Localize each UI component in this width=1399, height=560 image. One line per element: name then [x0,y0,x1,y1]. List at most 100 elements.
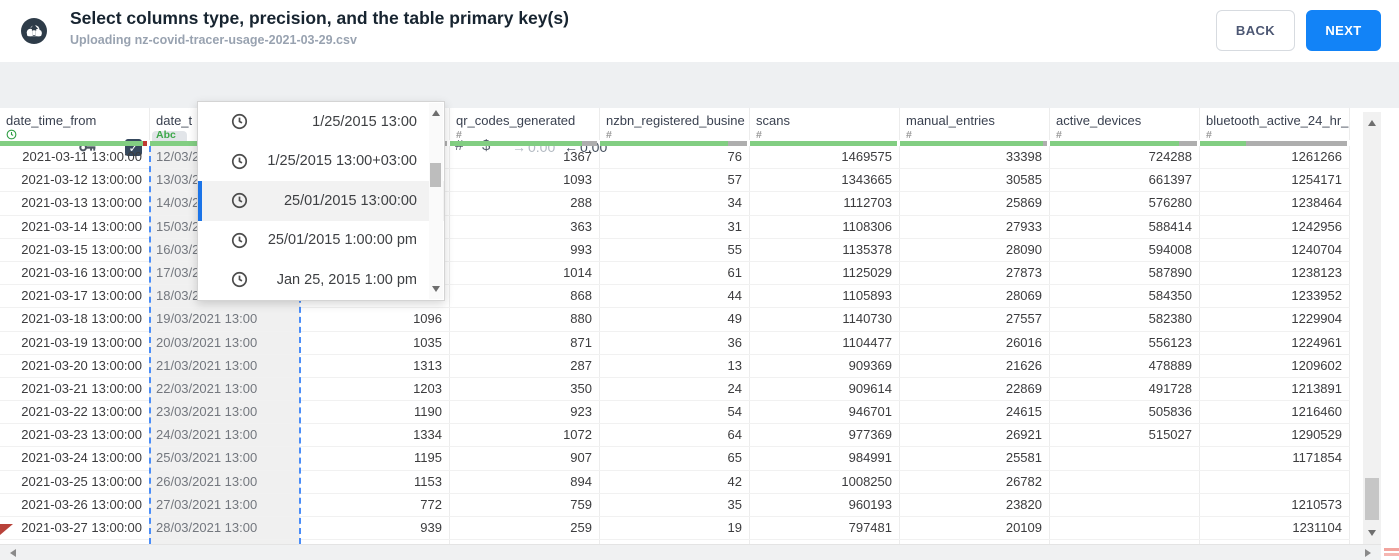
vertical-scrollbar-thumb[interactable] [1365,478,1379,520]
table-cell: 1290529 [1200,424,1350,447]
table-cell: 1210573 [1200,493,1350,516]
table-cell: 582380 [1050,308,1200,331]
table-cell: 868 [450,285,600,308]
vertical-scrollbar[interactable] [1363,112,1381,544]
table-cell: 28069 [900,285,1050,308]
back-button[interactable]: BACK [1216,10,1295,51]
scroll-left-icon[interactable] [10,549,16,557]
table-cell: 1334 [300,424,450,447]
table-cell: 1313 [300,354,450,377]
table-cell: 2021-03-17 13:00:00 [0,285,150,308]
format-option[interactable]: 25/01/2015 1:00:00 pm [198,221,444,261]
table-cell: 27/03/2021 13:00 [150,493,300,516]
column-name: bluetooth_active_24_hr_ [1206,113,1349,128]
menu-scrollbar[interactable] [429,103,443,299]
table-cell [1050,470,1200,493]
table-cell: 26/03/2021 13:00 [150,470,300,493]
table-cell: 65 [600,447,750,470]
table-cell: 772 [300,493,450,516]
table-cell: 1104477 [750,331,900,354]
column-header[interactable]: scans # [750,108,900,140]
table-cell: 1343665 [750,169,900,192]
table-row: 2021-03-24 13:00:00 25/03/2021 13:00 1195 9… [0,447,1350,471]
table-cell: 1072 [450,424,600,447]
table-cell: 26921 [900,424,1050,447]
table-cell: 28/03/2021 13:00 [150,517,300,540]
selected-option-indicator [198,181,202,221]
menu-scrollbar-thumb[interactable] [430,163,441,187]
row-error-marker [0,524,13,535]
horizontal-scrollbar[interactable] [0,544,1381,560]
datetime-format-menu: 1/25/2015 13:00 1/25/2015 13:00+03:00 25/0… [197,101,445,301]
format-option[interactable]: Jan 25, 2015 1:00 pm [198,260,444,300]
table-cell: 984991 [750,447,900,470]
format-option-label: 1/25/2015 13:00 [312,113,417,130]
table-cell: 1171854 [1200,447,1350,470]
column-header[interactable]: active_devices # [1050,108,1200,140]
column-header[interactable]: nzbn_registered_busine # [600,108,750,140]
table-cell: 288 [450,192,600,215]
format-option-list: 1/25/2015 13:00 1/25/2015 13:00+03:00 25/0… [198,102,444,300]
table-cell: 27557 [900,308,1050,331]
number-type-label: # [456,129,462,140]
table-row: 2021-03-21 13:00:00 22/03/2021 13:00 1203 3… [0,377,1350,402]
datetime-type-icon [6,129,149,140]
table-cell [1200,470,1350,493]
table-cell: 1112703 [750,192,900,215]
scroll-down-icon[interactable] [1368,530,1376,536]
table-cell: 960193 [750,493,900,516]
table-cell: 1008250 [750,470,900,493]
table-row: 2021-03-19 13:00:00 20/03/2021 13:00 1035 8… [0,331,1350,355]
format-option-label: 1/25/2015 13:00+03:00 [267,153,417,170]
column-header[interactable]: bluetooth_active_24_hr_ # [1200,108,1350,140]
clock-icon [231,113,248,130]
table-cell: 2021-03-20 13:00:00 [0,354,150,377]
column-name: scans [756,113,790,128]
table-cell: 54 [600,401,750,424]
table-cell: 1096 [300,308,450,331]
table-cell: 1108306 [750,215,900,238]
table-cell: 19/03/2021 13:00 [150,308,300,331]
format-option[interactable]: 1/25/2015 13:00+03:00 [198,142,444,182]
table-cell: 1240704 [1200,238,1350,261]
column-header[interactable]: qr_codes_generated # [450,108,600,140]
table-cell: 1229904 [1200,308,1350,331]
upload-wizard-window: Select columns type, precision, and the … [0,0,1399,560]
table-cell: 2021-03-13 13:00:00 [0,192,150,215]
scroll-up-icon[interactable] [432,110,440,116]
table-row: 2021-03-23 13:00:00 24/03/2021 13:00 1334 1… [0,424,1350,448]
column-header[interactable]: manual_entries # [900,108,1050,140]
table-cell: 1125029 [750,261,900,285]
format-option[interactable]: 25/01/2015 13:00:00 [198,181,444,221]
column-name: date_time_from [6,113,97,128]
clock-icon [231,153,248,170]
column-name: nzbn_registered_busine [606,113,745,128]
scroll-up-icon[interactable] [1368,120,1376,126]
table-cell: 34 [600,192,750,215]
table-cell [1050,493,1200,516]
table-cell: 2021-03-21 13:00:00 [0,377,150,401]
table-cell: 1242956 [1200,215,1350,238]
next-button[interactable]: NEXT [1306,10,1381,51]
table-cell: 1238464 [1200,192,1350,215]
table-cell: 1213891 [1200,377,1350,401]
table-cell: 993 [450,238,600,261]
format-option[interactable]: 1/25/2015 13:00 [198,102,444,142]
table-cell: 61 [600,261,750,285]
table-cell: 587890 [1050,261,1200,285]
number-type-label: # [606,129,612,140]
number-type-label: # [1056,129,1062,140]
table-cell: 594008 [1050,238,1200,261]
table-cell: 21626 [900,354,1050,377]
table-cell: 2021-03-18 13:00:00 [0,308,150,331]
table-cell: 977369 [750,424,900,447]
table-cell: 515027 [1050,424,1200,447]
table-cell: 2021-03-25 13:00:00 [0,470,150,493]
table-cell: 797481 [750,517,900,540]
scroll-right-icon[interactable] [1365,549,1371,557]
scroll-down-icon[interactable] [432,286,440,292]
table-cell: 478889 [1050,354,1200,377]
column-header[interactable]: date_time_from [0,108,150,140]
table-cell: 64 [600,424,750,447]
table-cell: 21/03/2021 13:00 [150,354,300,377]
